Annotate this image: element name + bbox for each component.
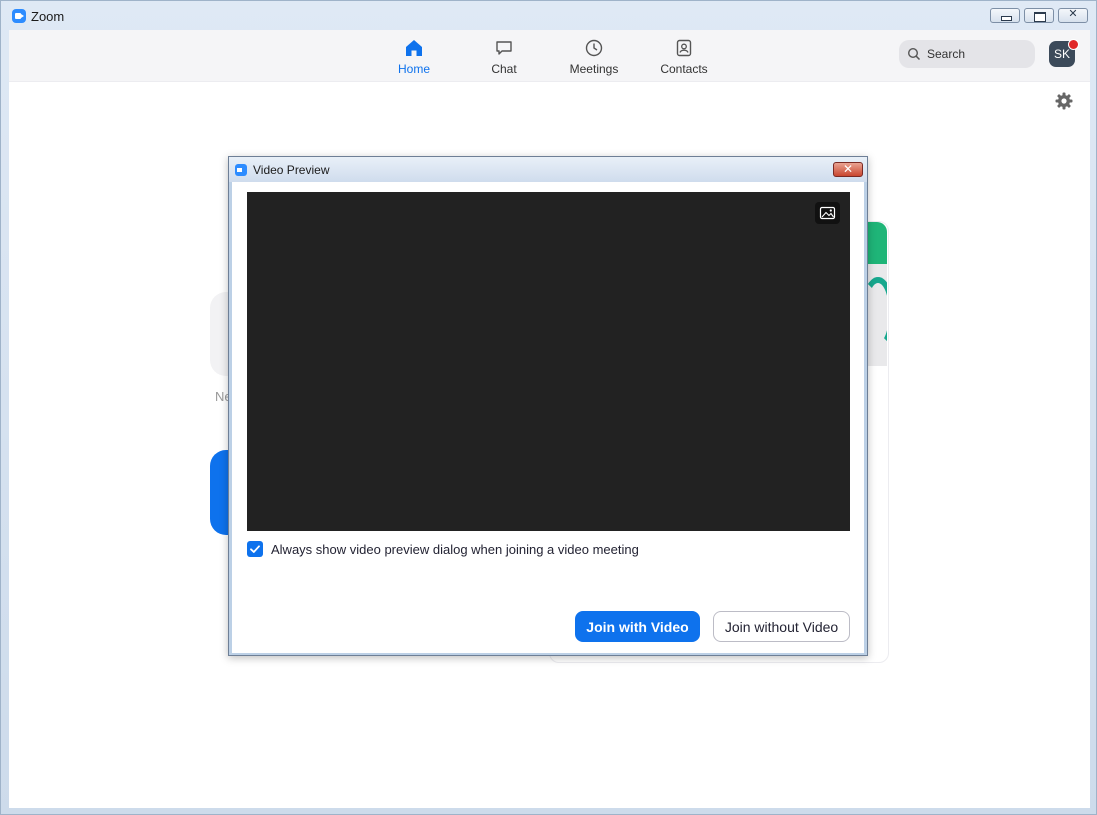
dialog-body: Always show video preview dialog when jo… [232, 182, 864, 653]
tab-chat[interactable]: Chat [469, 38, 539, 76]
home-icon [406, 40, 422, 56]
search-label: Search [927, 47, 966, 61]
tab-home-label: Home [397, 62, 430, 76]
always-show-preview-label: Always show video preview dialog when jo… [271, 542, 639, 557]
search-icon [907, 47, 921, 61]
clock-icon [585, 39, 603, 57]
minimize-button[interactable] [990, 8, 1020, 23]
join-with-video-button[interactable]: Join with Video [575, 611, 700, 642]
tab-meetings[interactable]: Meetings [559, 38, 629, 76]
gear-icon[interactable] [1055, 92, 1073, 110]
notification-badge [1068, 39, 1079, 50]
tab-chat-label: Chat [491, 62, 517, 76]
contacts-icon [676, 39, 692, 57]
restore-icon [1034, 12, 1046, 22]
always-show-preview-checkbox[interactable] [247, 541, 263, 557]
tab-home[interactable]: Home [379, 38, 449, 76]
chat-icon [496, 41, 512, 55]
video-preview-dialog: Video Preview ✕ Always show video previe… [228, 156, 868, 656]
virtual-background-button[interactable] [815, 202, 840, 224]
minimize-icon [1001, 16, 1012, 21]
video-preview-area [247, 192, 850, 531]
window-titlebar[interactable]: Zoom ✕ [1, 1, 1096, 31]
tab-meetings-label: Meetings [569, 62, 619, 76]
avatar-initials: SK [1053, 47, 1070, 61]
close-icon: ✕ [1068, 8, 1078, 20]
zoom-app-icon [12, 9, 26, 23]
join-without-video-button[interactable]: Join without Video [713, 611, 850, 642]
top-navigation: Home Chat Meetings Contacts Search SK [9, 30, 1090, 82]
tab-contacts-label: Contacts [660, 62, 708, 76]
tab-contacts[interactable]: Contacts [649, 38, 719, 76]
checkmark-icon [250, 545, 260, 553]
dialog-title: Video Preview [253, 163, 330, 177]
dialog-titlebar[interactable]: Video Preview ✕ [229, 157, 867, 182]
close-icon: ✕ [842, 162, 854, 176]
zoom-app-icon [235, 164, 247, 176]
maximize-button[interactable] [1024, 8, 1054, 23]
image-icon [819, 206, 836, 220]
search-box[interactable]: Search [899, 40, 1035, 68]
avatar[interactable]: SK [1049, 39, 1079, 67]
close-window-button[interactable]: ✕ [1058, 8, 1088, 23]
banner-image [867, 222, 887, 366]
dialog-close-button[interactable]: ✕ [833, 162, 863, 177]
window-title: Zoom [31, 9, 65, 24]
